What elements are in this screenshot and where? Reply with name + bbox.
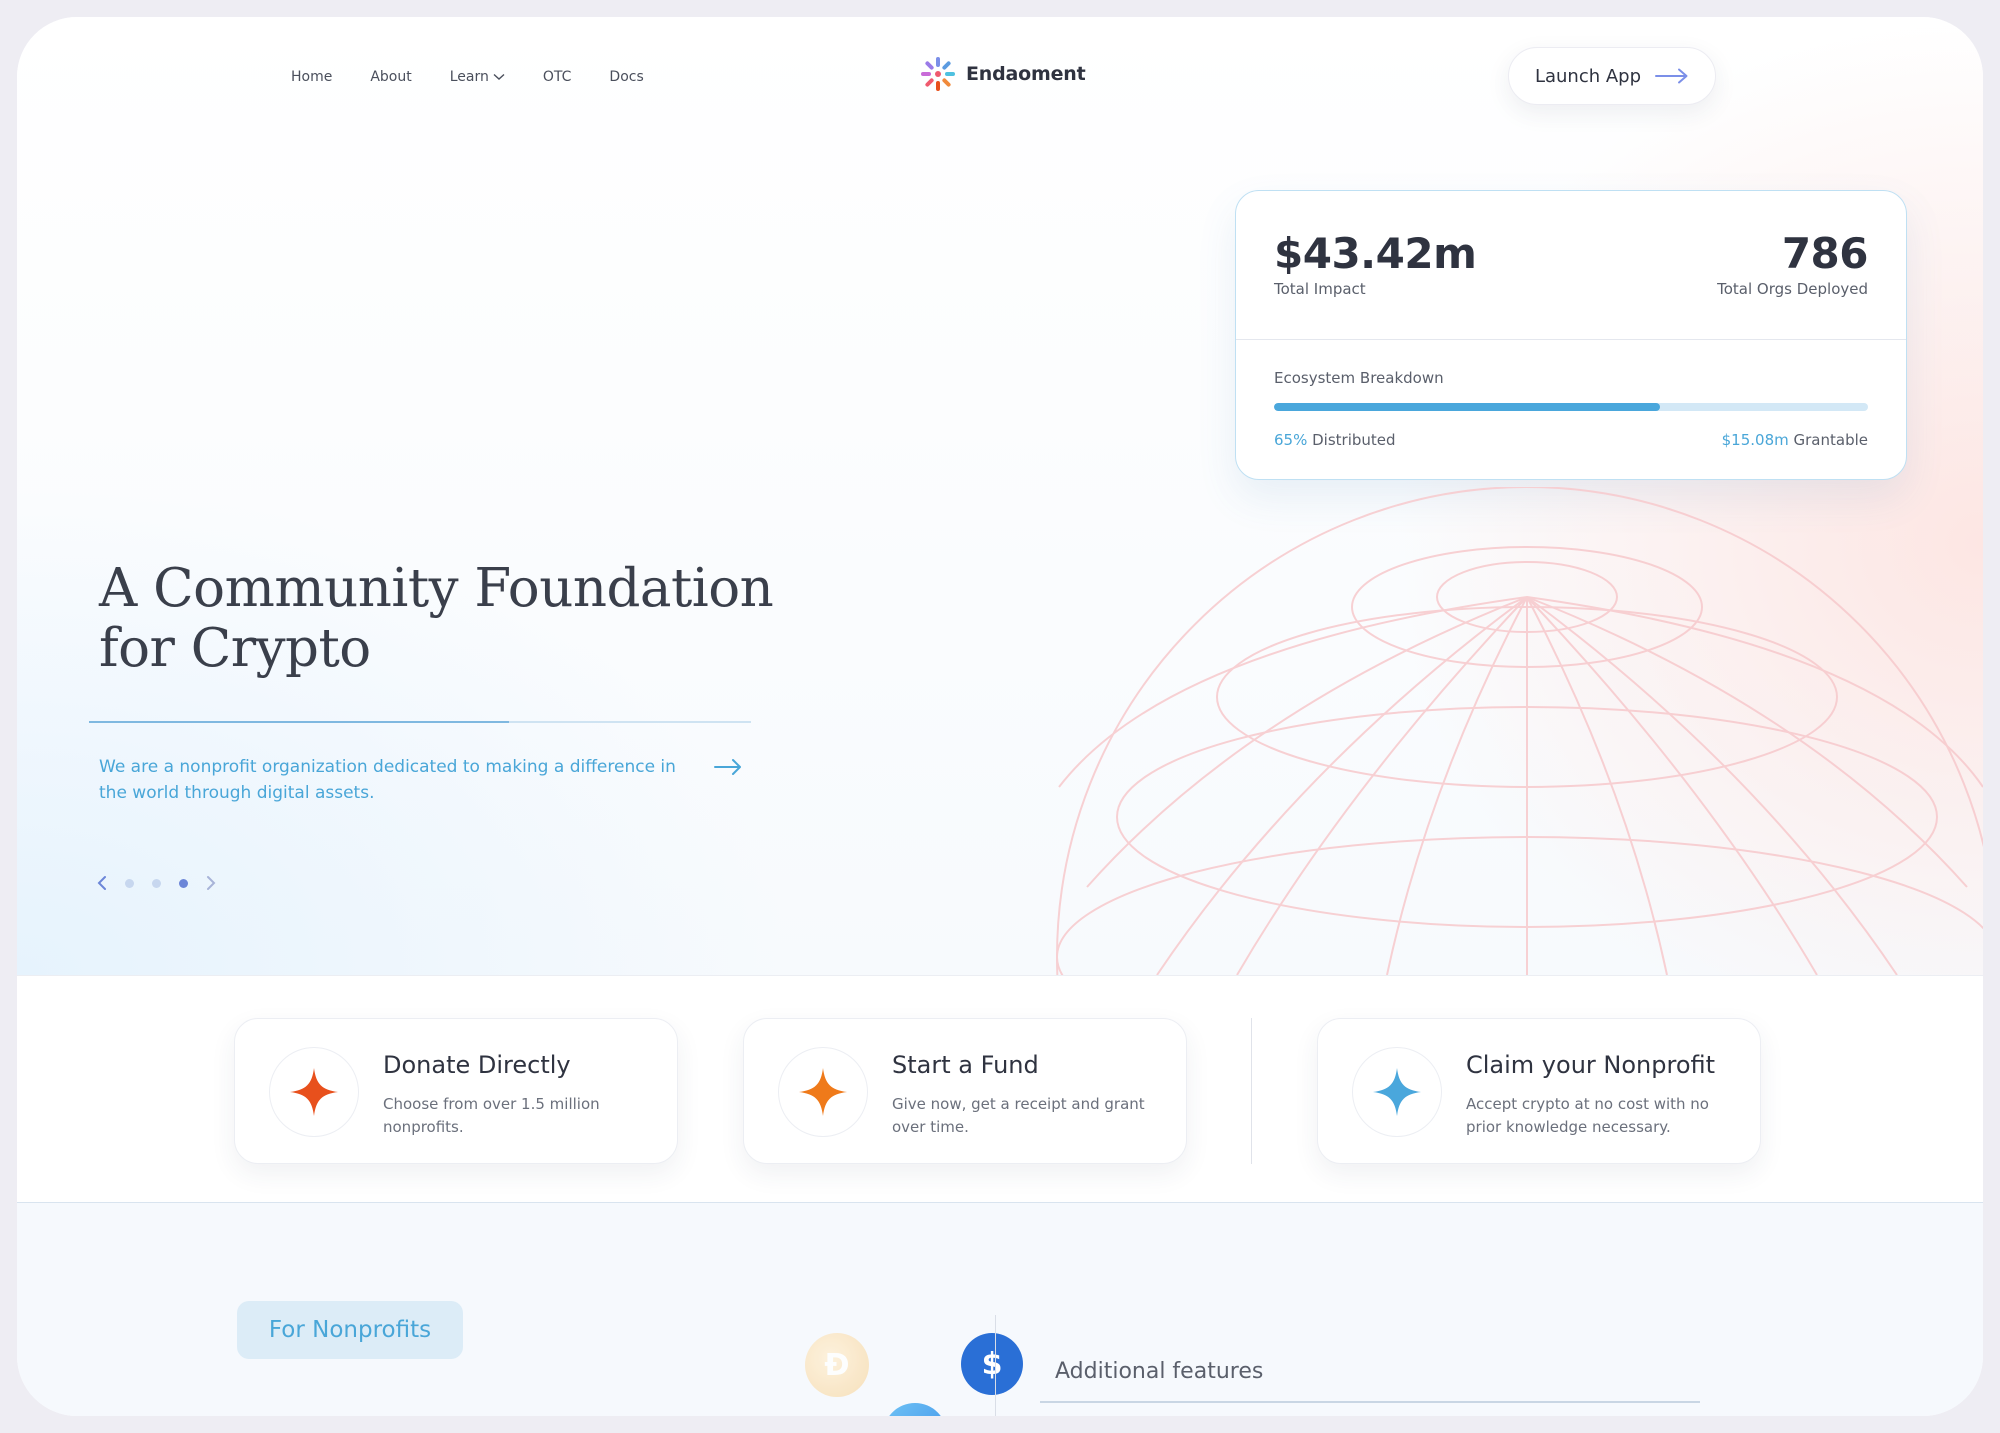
arrow-right-icon: [1655, 68, 1688, 84]
sparkle-icon: [778, 1047, 868, 1137]
hero-headline-line1: A Community Foundation: [99, 558, 774, 619]
card-description: Give now, get a receipt and grant over t…: [892, 1095, 1145, 1136]
globe-illustration: [1056, 487, 1983, 975]
total-impact-value: $43.42m: [1274, 229, 1477, 278]
total-orgs-value: 786: [1781, 229, 1869, 278]
grantable-stat: $15.08m Grantable: [1722, 431, 1868, 449]
hero-headline: A Community Foundation for Crypto: [99, 558, 774, 679]
nav-learn[interactable]: Learn: [450, 69, 505, 85]
card-description: Choose from over 1.5 million nonprofits.: [383, 1095, 600, 1136]
grantable-label: Grantable: [1793, 431, 1868, 449]
launch-app-label: Launch App: [1534, 65, 1642, 87]
slide-pager: [97, 875, 216, 891]
nav-home[interactable]: Home: [291, 69, 332, 85]
card-title: Claim your Nonprofit: [1466, 1051, 1716, 1079]
slide-dot-2[interactable]: [152, 878, 161, 888]
slide-dot-1[interactable]: [125, 878, 134, 888]
dai-coin-icon: Ð: [805, 1333, 869, 1397]
chevron-left-icon[interactable]: [97, 875, 107, 891]
sparkle-icon: [1352, 1047, 1442, 1137]
donate-directly-card[interactable]: Donate Directly Choose from over 1.5 mil…: [234, 1018, 678, 1164]
for-nonprofits-tab[interactable]: For Nonprofits: [237, 1301, 463, 1359]
claim-nonprofit-card[interactable]: Claim your Nonprofit Accept crypto at no…: [1317, 1018, 1761, 1164]
distributed-stat: 65% Distributed: [1274, 431, 1396, 449]
sparkle-icon: [269, 1047, 359, 1137]
total-impact-label: Total Impact: [1274, 280, 1366, 298]
distribution-progress-fill: [1274, 403, 1661, 411]
distributed-percent: 65%: [1274, 431, 1308, 449]
ecosystem-breakdown-title: Ecosystem Breakdown: [1274, 369, 1444, 387]
grantable-value: $15.08m: [1721, 431, 1789, 449]
features-underline: [1040, 1401, 1700, 1403]
nav-otc[interactable]: OTC: [543, 69, 572, 85]
card-title: Donate Directly: [383, 1051, 571, 1079]
nav-docs[interactable]: Docs: [609, 69, 643, 85]
main-nav: Home About Learn OTC Docs: [291, 69, 644, 85]
hero-divider-progress: [89, 721, 509, 723]
brand-logo[interactable]: Endaoment: [920, 55, 1086, 93]
endaoment-logo-icon: [921, 57, 955, 91]
hero-headline-line2: for Crypto: [99, 618, 371, 679]
browser-frame: Home About Learn OTC Docs Endaoment Laun…: [17, 17, 1983, 1416]
total-impact-stat: $43.42m Total Impact: [1274, 229, 1477, 298]
impact-stats-card: $43.42m Total Impact 786 Total Orgs Depl…: [1235, 190, 1907, 480]
launch-app-button[interactable]: Launch App: [1508, 47, 1716, 105]
card-description: Accept crypto at no cost with no prior k…: [1466, 1095, 1709, 1136]
brand-name: Endaoment: [966, 63, 1086, 85]
hero-tagline: We are a nonprofit organization dedicate…: [99, 757, 676, 803]
cards-separator: [1251, 1018, 1252, 1164]
slide-dot-3[interactable]: [179, 878, 188, 888]
chevron-right-icon[interactable]: [206, 875, 216, 891]
features-separator: [995, 1315, 996, 1416]
distributed-label: Distributed: [1312, 431, 1396, 449]
hero-section: Home About Learn OTC Docs Endaoment Laun…: [17, 17, 1983, 975]
nonprofits-section: For Nonprofits Ð $ Additional features: [17, 1203, 1983, 1416]
chevron-down-icon: [493, 73, 505, 80]
nav-learn-label: Learn: [449, 69, 489, 85]
arrow-right-icon[interactable]: [713, 757, 743, 777]
total-orgs-stat: 786 Total Orgs Deployed: [1717, 229, 1868, 298]
action-cards-section: Donate Directly Choose from over 1.5 mil…: [17, 975, 1983, 1203]
token-coin-icon: [883, 1403, 947, 1416]
distribution-progress-bar: [1274, 403, 1868, 411]
stats-divider: [1236, 339, 1906, 340]
additional-features-heading: Additional features: [1055, 1359, 1264, 1384]
card-title: Start a Fund: [892, 1051, 1039, 1079]
hero-divider: [89, 721, 751, 723]
nav-about[interactable]: About: [370, 69, 411, 85]
total-orgs-label: Total Orgs Deployed: [1717, 280, 1868, 298]
start-a-fund-card[interactable]: Start a Fund Give now, get a receipt and…: [743, 1018, 1187, 1164]
usdc-coin-icon: $: [961, 1333, 1023, 1395]
